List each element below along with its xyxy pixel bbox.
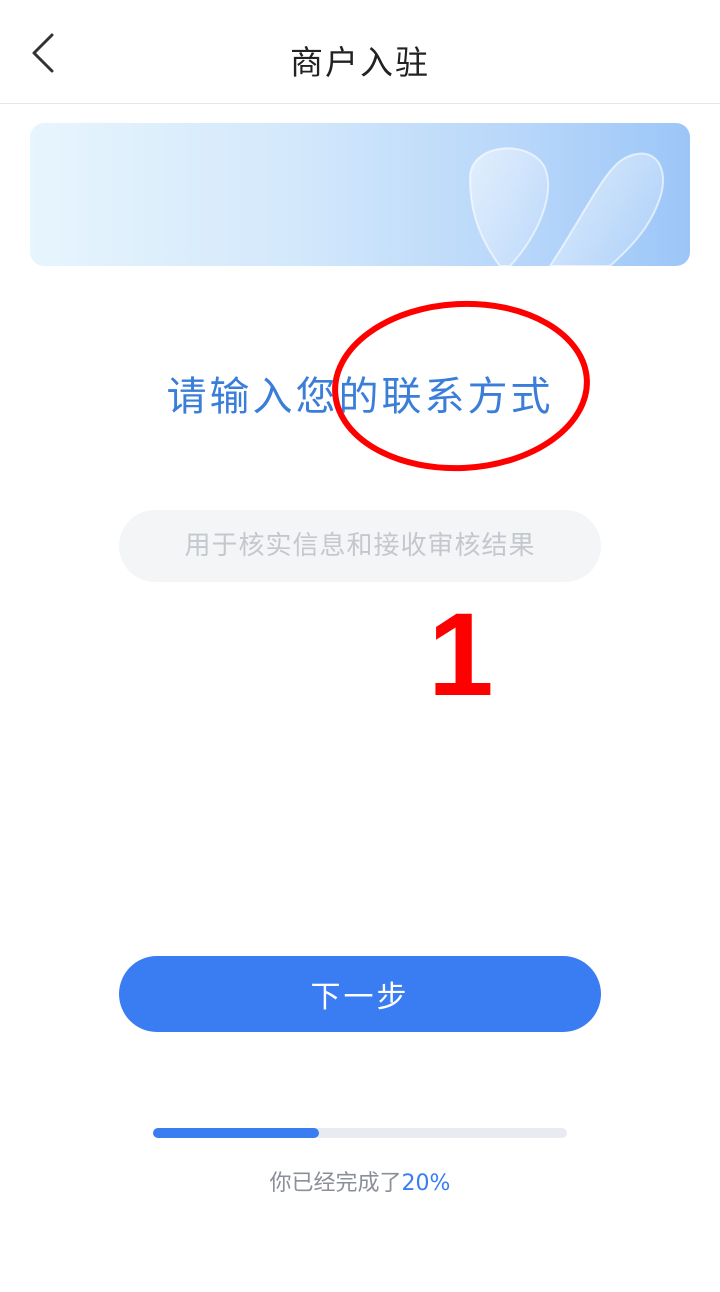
page-title: 商户入驻	[290, 43, 430, 82]
progress-bar-fill	[153, 1128, 319, 1138]
contact-input[interactable]	[119, 510, 601, 582]
progress-text: 你已经完成了20%	[0, 1165, 720, 1197]
nav-header: 商户入驻	[0, 0, 720, 104]
banner-image	[30, 123, 690, 266]
progress-prefix: 你已经完成了	[269, 1171, 402, 1196]
progress-bar	[153, 1128, 567, 1138]
banner-decoration	[468, 147, 665, 266]
merchant-onboarding-page: 商户入驻 请输入您的联系方式 1 下一步 你已经完成了20%	[0, 0, 720, 1292]
next-step-button[interactable]: 下一步	[119, 956, 601, 1032]
contact-field-wrapper	[119, 510, 601, 582]
progress-percent: 20%	[401, 1171, 451, 1196]
contact-heading: 请输入您的联系方式	[166, 374, 554, 420]
annotation-number: 1	[428, 589, 494, 721]
